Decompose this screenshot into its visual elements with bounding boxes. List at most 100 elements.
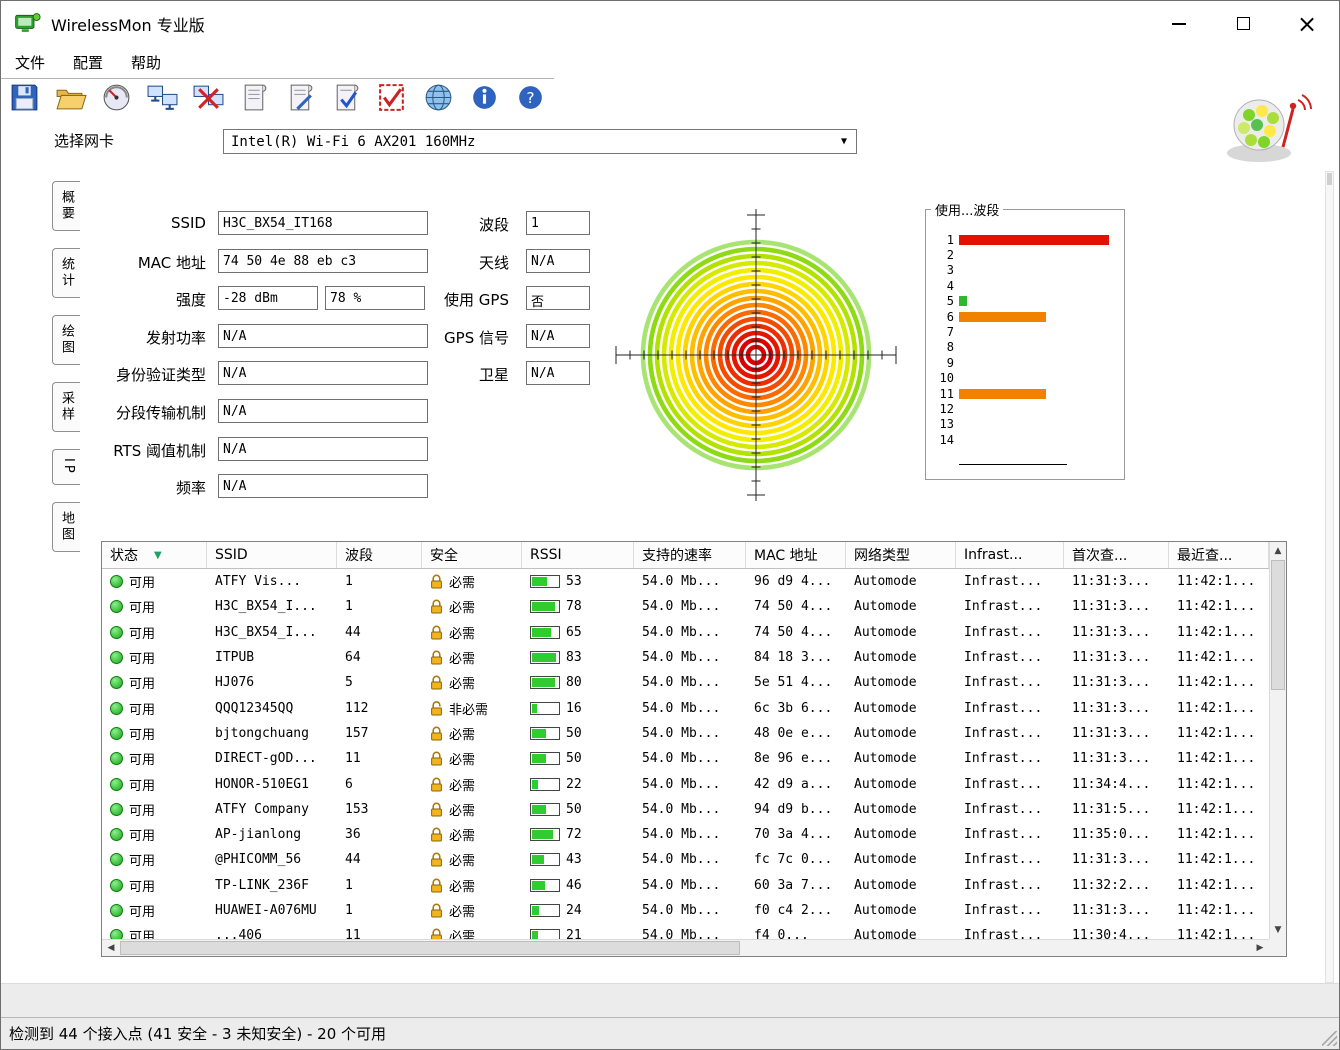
- close-button[interactable]: ×: [1275, 1, 1339, 46]
- column-header-1[interactable]: SSID: [207, 542, 337, 568]
- scroll-up-icon[interactable]: ▲: [1270, 543, 1286, 559]
- column-header-3[interactable]: 安全: [422, 542, 522, 568]
- cell-10: 11:42:1...: [1177, 675, 1256, 691]
- column-header-2[interactable]: 波段: [337, 542, 422, 568]
- table-row[interactable]: 可用 AP-jianlong 36 必需 72 54.0 Mb... 70 3a 4... A…: [102, 822, 1269, 847]
- column-header-5[interactable]: 支持的速率: [634, 542, 746, 568]
- panel-edge-thumb[interactable]: [1327, 173, 1332, 185]
- table-row[interactable]: 可用 HJ076 5 必需 80 54.0 Mb... 5e 51 4... Automode…: [102, 670, 1269, 695]
- minimize-button[interactable]: [1147, 1, 1211, 46]
- table-row[interactable]: 可用 @PHICOMM_56 44 必需 43 54.0 Mb... fc 7c 0... A…: [102, 847, 1269, 872]
- network-computers-icon: [147, 85, 178, 110]
- menu-help[interactable]: 帮助: [117, 52, 175, 73]
- cell-0: 可用: [102, 724, 207, 743]
- column-header-4[interactable]: RSSI: [522, 542, 634, 568]
- cell-1: ATFY Vis...: [215, 574, 302, 590]
- channel-number: 12: [939, 401, 954, 416]
- cell-6: 84 18 3...: [754, 650, 833, 666]
- scrollbar-corner: [1269, 939, 1286, 956]
- fragmentation-field[interactable]: N/A: [218, 399, 428, 423]
- table-row[interactable]: 可用 ATFY Company 153 必需 50 54.0 Mb... 94 d9 b..…: [102, 797, 1269, 822]
- scroll-down-icon[interactable]: ▼: [1270, 922, 1286, 938]
- column-header-6[interactable]: MAC 地址: [746, 542, 846, 568]
- report-check-button[interactable]: [329, 81, 364, 121]
- satellites-field[interactable]: N/A: [526, 361, 590, 386]
- report-edit-button[interactable]: [283, 81, 318, 121]
- table-row[interactable]: 可用 H3C_BX54_I... 44 必需 65 54.0 Mb... 74 50 4..…: [102, 620, 1269, 645]
- cell-5: 54.0 Mb...: [642, 827, 721, 843]
- table-row[interactable]: 可用 ATFY Vis... 1 必需 53 54.0 Mb... 96 d9 4... Au…: [102, 569, 1269, 594]
- scroll-right-icon[interactable]: ▶: [1252, 940, 1268, 956]
- antenna-field[interactable]: N/A: [526, 248, 590, 273]
- channel-row: 11: [932, 386, 1120, 401]
- save-button[interactable]: [7, 81, 42, 121]
- auth-type-field[interactable]: N/A: [218, 361, 428, 386]
- adapter-select[interactable]: Intel(R) Wi-Fi 6 AX201 160MHz ▼: [223, 129, 857, 154]
- table-row[interactable]: 可用 DIRECT-gOD... 11 必需 50 54.0 Mb... 8e 96 e..…: [102, 746, 1269, 771]
- mac-address-field[interactable]: 74 50 4e 88 eb c3: [218, 248, 428, 273]
- horizontal-scrollbar[interactable]: ◀ ▶: [102, 939, 1269, 956]
- column-header-7[interactable]: 网络类型: [846, 542, 956, 568]
- table-row[interactable]: 可用 HUAWEI-A076MU 1 必需 24 54.0 Mb... f0 c4 2...…: [102, 898, 1269, 923]
- tx-power-field[interactable]: N/A: [218, 323, 428, 348]
- column-header-9[interactable]: 首次查...: [1064, 542, 1169, 568]
- table-row[interactable]: 可用 ITPUB 64 必需 83 54.0 Mb... 84 18 3... Automod…: [102, 645, 1269, 670]
- speed-test-button[interactable]: [99, 81, 134, 121]
- menu-file[interactable]: 文件: [1, 52, 59, 73]
- network-button[interactable]: [145, 81, 180, 121]
- help-button[interactable]: ?: [513, 81, 548, 121]
- scroll-left-icon[interactable]: ◀: [103, 940, 119, 956]
- cell-3: 必需: [422, 597, 522, 616]
- frequency-field[interactable]: N/A: [218, 474, 428, 499]
- vertical-scrollbar[interactable]: ▲ ▼: [1269, 542, 1286, 939]
- table-row[interactable]: 可用 bjtongchuang 157 必需 50 54.0 Mb... 48 0e e..…: [102, 721, 1269, 746]
- table-row[interactable]: 可用 TP-LINK_236F 1 必需 46 54.0 Mb... 60 3a 7... A…: [102, 873, 1269, 898]
- strength-percent-field[interactable]: 78 %: [325, 286, 425, 311]
- cell-0: 可用: [102, 673, 207, 692]
- channel-field[interactable]: 1: [526, 211, 590, 235]
- panel-edge-scrollbar[interactable]: [1325, 171, 1334, 983]
- column-header-0[interactable]: 状态 ▼: [102, 542, 207, 568]
- channel-row: 4: [932, 278, 1120, 293]
- signal-bar-icon: [530, 929, 560, 939]
- disconnect-button[interactable]: [191, 81, 226, 121]
- menu-bar: 文件 配置 帮助: [1, 46, 554, 79]
- rts-threshold-field[interactable]: N/A: [218, 436, 428, 461]
- status-bar: 检测到 44 个接入点 (41 安全 - 3 未知安全) - 20 个可用: [1, 1017, 1339, 1049]
- strength-dbm-field[interactable]: -28 dBm: [218, 286, 318, 311]
- web-button[interactable]: [421, 81, 456, 121]
- vertical-scroll-thumb[interactable]: [1271, 560, 1285, 690]
- verify-button[interactable]: [375, 81, 410, 121]
- channel-bar: [959, 311, 1046, 322]
- resize-grip-icon[interactable]: [1322, 1031, 1337, 1046]
- antenna-field-label: 天线: [478, 253, 509, 272]
- cell-1: DIRECT-gOD...: [215, 751, 317, 767]
- cell-9: 11:31:3...: [1072, 675, 1151, 691]
- tab-map[interactable]: 地图: [52, 501, 80, 552]
- table-row[interactable]: 可用 QQQ12345QQ 112 非必需 16 54.0 Mb... 6c 3b 6...…: [102, 695, 1269, 720]
- table-row[interactable]: 可用 H3C_BX54_I... 1 必需 78 54.0 Mb... 74 50 4...…: [102, 594, 1269, 619]
- table-row[interactable]: 可用 ...406 11 必需 21 54.0 Mb... f4 0... Automode I…: [102, 923, 1269, 939]
- cell-9: 11:35:0...: [1072, 827, 1151, 843]
- info-button[interactable]: [467, 81, 502, 121]
- column-header-8[interactable]: Infrast...: [956, 542, 1064, 568]
- report-button[interactable]: [237, 81, 272, 121]
- cell-4: 43: [522, 852, 634, 867]
- horizontal-scroll-thumb[interactable]: [120, 941, 740, 955]
- cell-8: Infrast...: [964, 852, 1043, 868]
- gps-signal-field[interactable]: N/A: [526, 323, 590, 348]
- maximize-button[interactable]: [1211, 1, 1275, 46]
- use-gps-field[interactable]: 否: [526, 286, 590, 311]
- cell-2: 64: [345, 650, 361, 666]
- column-header-10[interactable]: 最近查...: [1169, 542, 1269, 568]
- menu-settings[interactable]: 配置: [59, 52, 117, 73]
- ssid-field[interactable]: H3C_BX54_IT168: [218, 211, 428, 235]
- table-row[interactable]: 可用 HONOR-510EG1 6 必需 22 54.0 Mb... 42 d9 a... A…: [102, 771, 1269, 796]
- cell-10: 11:42:1...: [1177, 599, 1256, 615]
- checkbox-icon: [379, 84, 404, 111]
- cell-4: 80: [522, 675, 634, 690]
- channel-number: 5: [946, 294, 954, 309]
- cell-5: 54.0 Mb...: [642, 675, 721, 691]
- open-button[interactable]: [53, 81, 88, 121]
- channel-bar: [959, 234, 1109, 245]
